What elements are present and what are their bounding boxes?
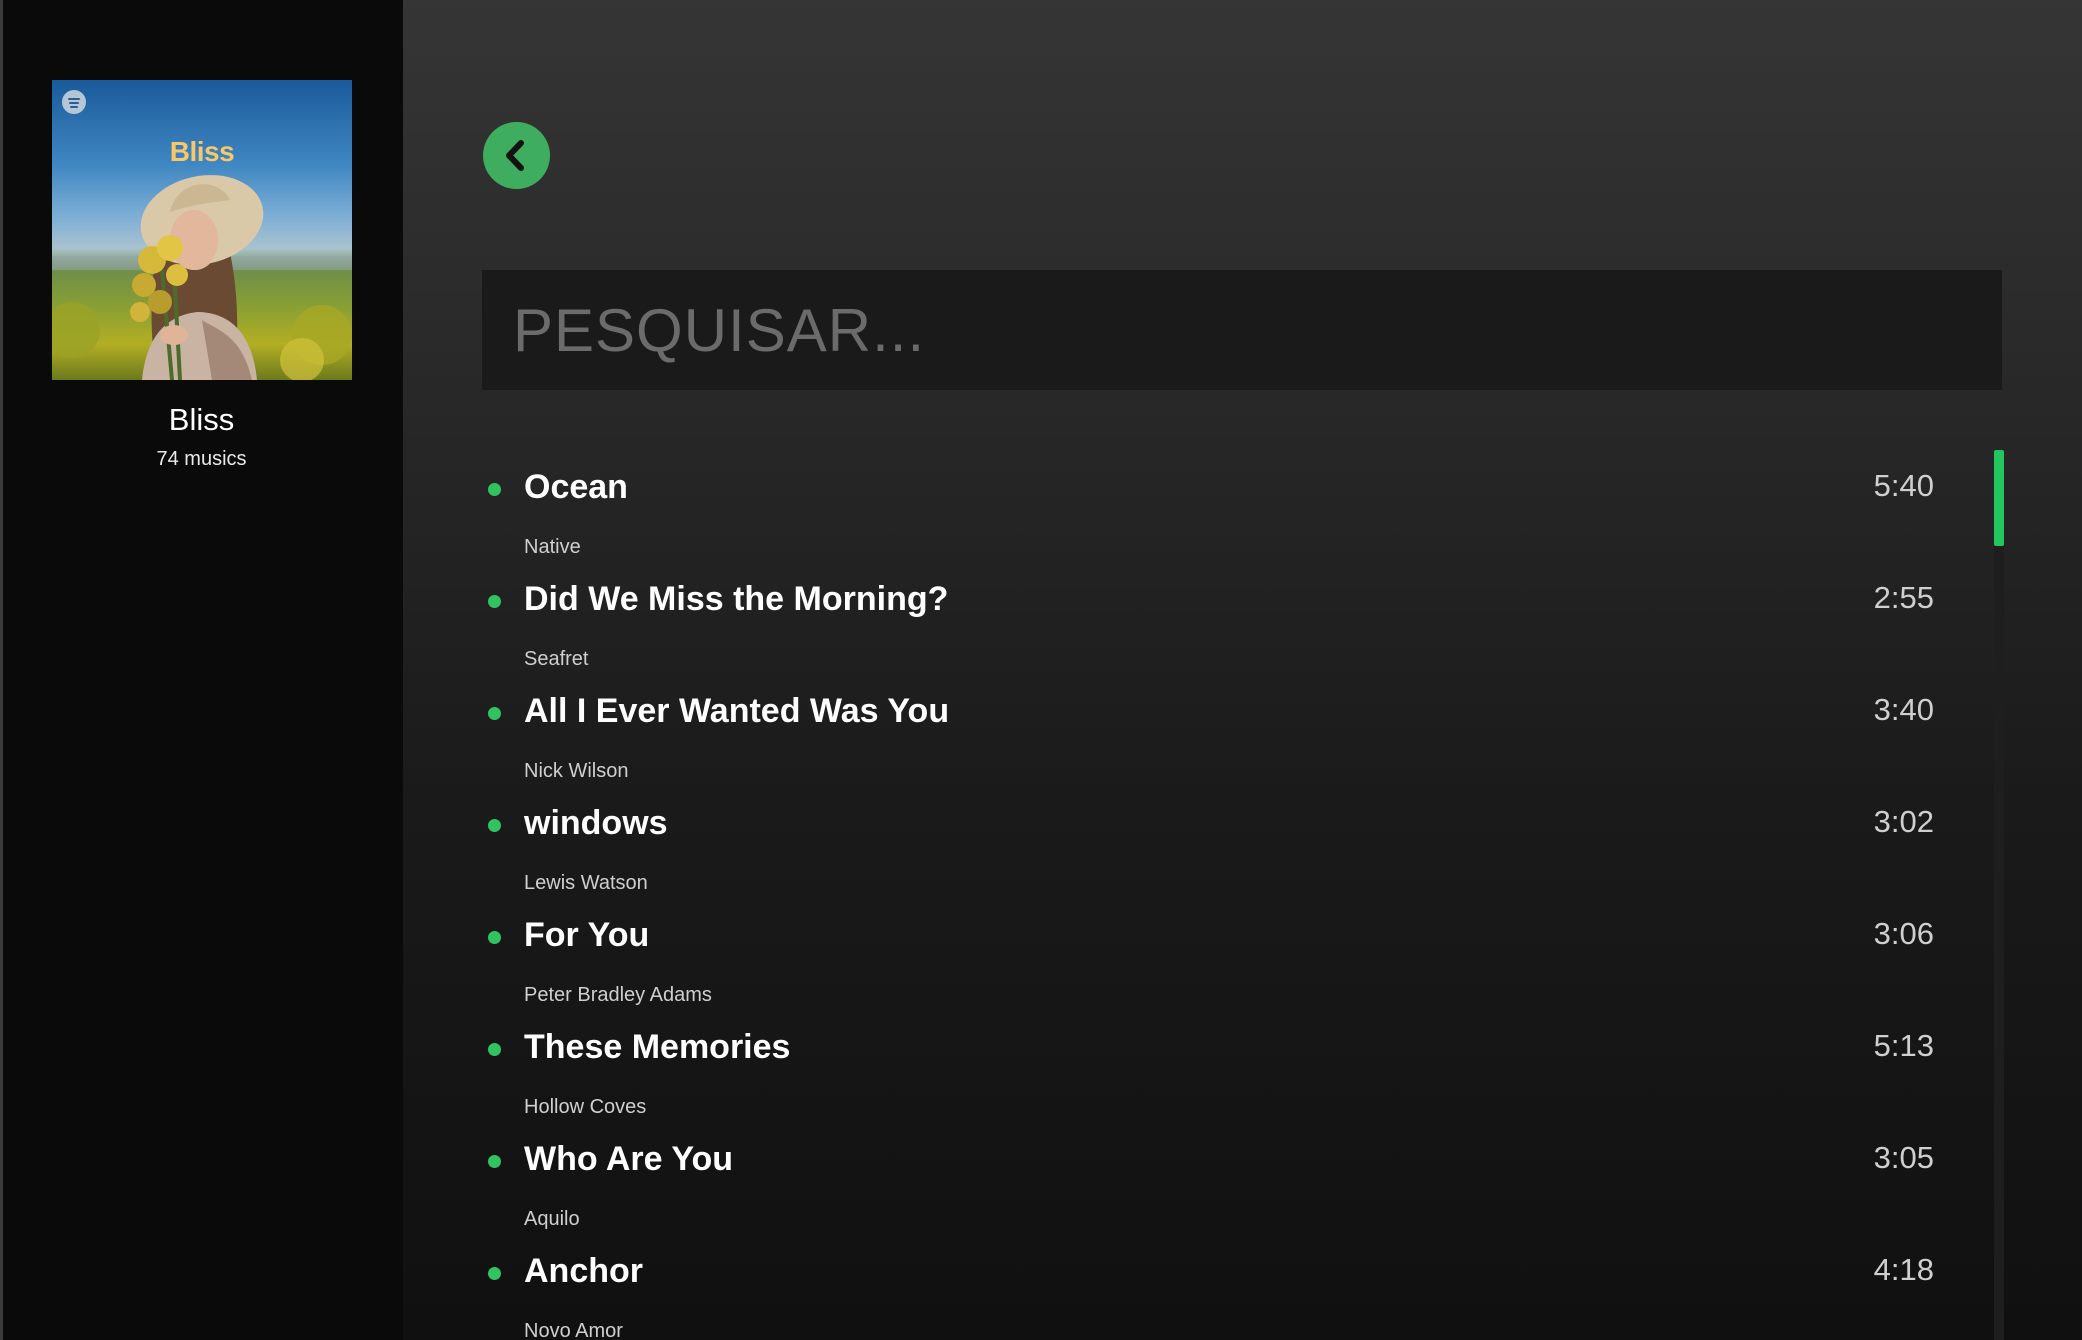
track-duration: 5:40 <box>1873 468 1934 503</box>
chevron-left-icon <box>506 140 524 171</box>
track-artist: Aquilo <box>524 1208 580 1230</box>
track-duration: 3:05 <box>1873 1140 1934 1175</box>
track-bullet-icon <box>488 1043 501 1056</box>
track-artist: Nick Wilson <box>524 760 629 782</box>
sidebar: Bliss Bliss 74 musics <box>0 0 403 1340</box>
track-bullet-icon <box>488 1267 501 1280</box>
track-row[interactable]: Ocean Native 5:40 <box>482 450 1972 562</box>
track-duration: 3:06 <box>1873 916 1934 951</box>
track-artist: Hollow Coves <box>524 1096 647 1118</box>
track-row[interactable]: Anchor Novo Amor 4:18 <box>482 1234 1972 1340</box>
track-list: Ocean Native 5:40 Did We Miss the Mornin… <box>482 450 1972 1340</box>
track-duration: 4:18 <box>1873 1252 1934 1287</box>
track-title: Anchor <box>524 1252 643 1290</box>
track-title: These Memories <box>524 1028 791 1066</box>
track-title: Did We Miss the Morning? <box>524 580 949 618</box>
track-bullet-icon <box>488 931 501 944</box>
track-title: Who Are You <box>524 1140 734 1178</box>
track-bullet-icon <box>488 483 501 496</box>
track-bullet-icon <box>488 707 501 720</box>
back-button[interactable] <box>483 122 550 189</box>
track-row[interactable]: Did We Miss the Morning? Seafret 2:55 <box>482 562 1972 674</box>
track-title: Ocean <box>524 468 628 506</box>
track-bullet-icon <box>488 1155 501 1168</box>
track-duration: 5:13 <box>1873 1028 1934 1063</box>
scrollbar-thumb[interactable] <box>1994 450 2004 546</box>
track-row[interactable]: windows Lewis Watson 3:02 <box>482 786 1972 898</box>
spotify-logo-icon <box>62 90 86 114</box>
track-artist: Native <box>524 536 581 558</box>
track-artist: Lewis Watson <box>524 872 648 894</box>
track-row[interactable]: Who Are You Aquilo 3:05 <box>482 1122 1972 1234</box>
track-artist: Seafret <box>524 648 589 670</box>
scrollbar-track[interactable] <box>1994 450 2004 1340</box>
search-input[interactable] <box>482 270 2002 390</box>
playlist-name: Bliss <box>168 402 235 437</box>
track-duration: 3:02 <box>1873 804 1934 839</box>
playlist-cover[interactable]: Bliss <box>52 80 352 380</box>
main-panel: Ocean Native 5:40 Did We Miss the Mornin… <box>403 0 2082 1340</box>
track-title: windows <box>524 804 668 842</box>
track-bullet-icon <box>488 595 501 608</box>
track-artist: Novo Amor <box>524 1320 623 1340</box>
track-row[interactable]: All I Ever Wanted Was You Nick Wilson 3:… <box>482 674 1972 786</box>
app-window: Bliss Bliss 74 musics Ocean Native 5:40 … <box>0 0 2082 1340</box>
cover-photo <box>52 175 352 380</box>
track-row[interactable]: These Memories Hollow Coves 5:13 <box>482 1010 1972 1122</box>
track-bullet-icon <box>488 819 501 832</box>
window-edge <box>0 0 3 1340</box>
track-artist: Peter Bradley Adams <box>524 984 712 1006</box>
playlist-track-count: 74 musics <box>156 448 247 470</box>
track-duration: 3:40 <box>1873 692 1934 727</box>
track-title: All I Ever Wanted Was You <box>524 692 950 730</box>
track-duration: 2:55 <box>1873 580 1934 615</box>
cover-title: Bliss <box>169 136 235 167</box>
track-row[interactable]: For You Peter Bradley Adams 3:06 <box>482 898 1972 1010</box>
track-title: For You <box>524 916 650 954</box>
